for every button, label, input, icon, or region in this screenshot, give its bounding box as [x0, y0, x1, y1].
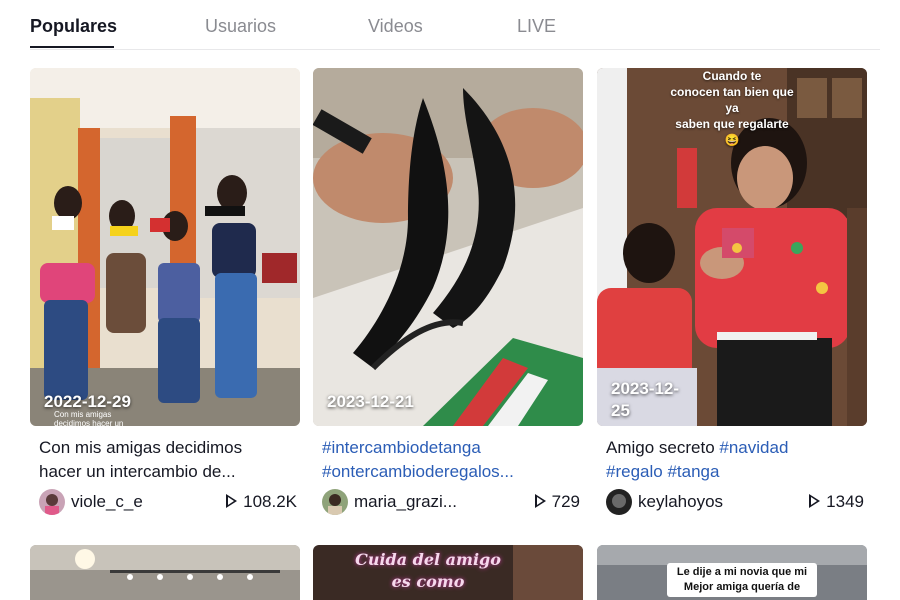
overlay-line: conocen tan bien que ya	[670, 85, 794, 115]
hashtag-link[interactable]: #ontercambioderegalos...	[322, 460, 582, 484]
hashtag-link[interactable]: #regalo	[606, 462, 663, 481]
thumbnail-image	[30, 68, 300, 426]
video-caption[interactable]: #intercambiodetanga #ontercambioderegalo…	[322, 436, 582, 484]
video-date-line: 25	[611, 401, 630, 420]
hashtag-link[interactable]: #tanga	[667, 462, 719, 481]
thumbnail-image	[30, 545, 300, 600]
video-date: 2023-12-21	[327, 392, 414, 411]
avatar-image	[39, 489, 65, 515]
overlay-line: es como	[391, 572, 465, 591]
search-tabs: Populares Usuarios Videos LIVE	[30, 0, 880, 50]
avatar[interactable]	[39, 489, 65, 515]
play-count: 729	[534, 492, 580, 512]
play-count-value: 1349	[826, 492, 864, 511]
hashtag-link[interactable]: #intercambiodetanga	[322, 436, 582, 460]
play-count-value: 729	[551, 492, 580, 511]
tab-usuarios[interactable]: Usuarios	[205, 16, 276, 37]
caption-line: Con mis amigas decidimos	[39, 438, 243, 457]
video-meta: viole_c_e 108.2K	[39, 488, 297, 516]
avatar-image	[322, 489, 348, 515]
video-thumbnail[interactable]: 2023-12-21	[313, 68, 583, 426]
play-icon	[534, 494, 546, 508]
video-caption[interactable]: Amigo secreto #navidad #regalo #tanga	[606, 436, 866, 484]
thumbnail-overlay-text: Cuida del amigo es como	[333, 549, 523, 593]
overlay-line: Le dije a mi novia que mi	[676, 566, 808, 578]
thumbnail-overlay-text: Cuando te conocen tan bien que ya saben …	[667, 68, 797, 148]
tab-live[interactable]: LIVE	[517, 16, 556, 37]
tab-populares[interactable]: Populares	[30, 16, 117, 37]
play-icon	[809, 494, 821, 508]
username[interactable]: viole_c_e	[71, 492, 143, 512]
caption-line: hacer un intercambio de...	[39, 462, 236, 481]
thumbnail-image	[313, 68, 583, 426]
play-count-value: 108.2K	[243, 492, 297, 511]
video-date: 2023-12- 25	[611, 378, 679, 422]
overlay-line: Cuando te	[702, 69, 762, 83]
avatar-image	[606, 489, 632, 515]
thumbnail-subtitle: Con mis amigas decidimos hacer un	[54, 410, 124, 426]
video-thumbnail[interactable]: Cuida del amigo es como	[313, 545, 583, 600]
video-caption[interactable]: Con mis amigas decidimos hacer un interc…	[39, 436, 299, 484]
caption-text: Amigo secreto	[606, 438, 720, 457]
play-icon	[226, 494, 238, 508]
tab-videos[interactable]: Videos	[368, 16, 423, 37]
overlay-line: Cuida del amigo	[355, 550, 501, 569]
video-date: 2022-12-29	[44, 392, 131, 411]
video-thumbnail[interactable]: 2022-12-29 Con mis amigas decidimos hace…	[30, 68, 300, 426]
video-thumbnail[interactable]: Cuando te conocen tan bien que ya saben …	[597, 68, 867, 426]
avatar[interactable]	[606, 489, 632, 515]
overlay-line: saben que regalarte 😆	[675, 117, 789, 147]
video-thumbnail[interactable]	[30, 545, 300, 600]
hashtag-link[interactable]: #navidad	[719, 438, 788, 457]
username[interactable]: maria_grazi...	[354, 492, 457, 512]
avatar[interactable]	[322, 489, 348, 515]
overlay-line: Mejor amiga quería de	[683, 581, 801, 593]
play-count: 1349	[809, 492, 864, 512]
active-tab-indicator	[30, 46, 114, 48]
video-meta: keylahoyos 1349	[606, 488, 864, 516]
username[interactable]: keylahoyos	[638, 492, 723, 512]
video-thumbnail[interactable]: Le dije a mi novia que mi Mejor amiga qu…	[597, 545, 867, 600]
thumbnail-overlay-text: Le dije a mi novia que mi Mejor amiga qu…	[667, 563, 817, 597]
video-meta: maria_grazi... 729	[322, 488, 580, 516]
play-count: 108.2K	[226, 492, 297, 512]
video-date-line: 2023-12-	[611, 379, 680, 398]
